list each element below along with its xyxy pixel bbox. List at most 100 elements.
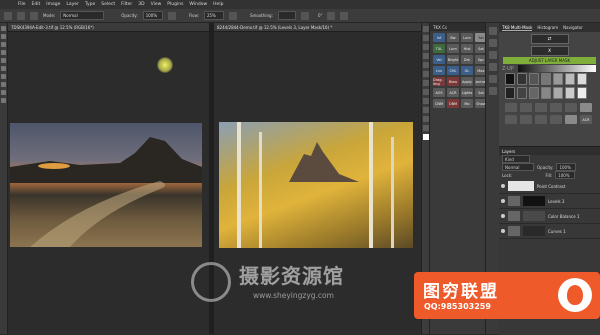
tab-navigator[interactable]: Navigator — [563, 25, 583, 30]
home-icon[interactable] — [4, 11, 12, 20]
layer-row[interactable]: Point Contrast — [499, 179, 600, 194]
tab-histogram[interactable]: Histogram — [537, 25, 558, 30]
smoothing-field[interactable] — [277, 11, 296, 20]
menu-edit[interactable]: Edit — [32, 2, 41, 7]
marquee-tool-icon[interactable] — [1, 34, 6, 39]
lasso-tool-icon[interactable] — [1, 42, 6, 47]
zone-swatch-5[interactable] — [553, 73, 563, 85]
zone-swatch-11[interactable] — [541, 87, 551, 99]
menu-help[interactable]: Help — [213, 2, 223, 7]
brush-preset-icon[interactable] — [30, 11, 38, 20]
tk8-tool-8[interactable] — [520, 115, 532, 124]
tkx-btn-2[interactable]: Lum — [461, 33, 473, 42]
paths-icon[interactable] — [489, 75, 497, 83]
layer-mask-thumbnail[interactable] — [523, 226, 545, 236]
layer-opacity-field[interactable]: 100% — [556, 163, 577, 171]
crop-tool-icon[interactable] — [1, 50, 6, 55]
tkx-btn-18[interactable]: Apply — [461, 77, 473, 86]
tk8-tool-4[interactable] — [550, 103, 562, 112]
tkx-btn-0[interactable]: Inf — [433, 33, 445, 42]
tk8-tool-10[interactable] — [550, 115, 562, 124]
symmetry-icon[interactable] — [340, 11, 349, 20]
tkx-btn-20[interactable]: AOS — [433, 88, 445, 97]
tkx-btn-13[interactable]: CHL — [447, 66, 459, 75]
tk8-acr-button[interactable]: ACR — [580, 115, 592, 124]
tk8-tool-7[interactable] — [505, 115, 517, 124]
visibility-eye-icon[interactable] — [501, 199, 505, 203]
move-tool-icon[interactable] — [1, 26, 6, 31]
tkx-btn-25[interactable]: OBM — [447, 99, 459, 108]
layer-mask-thumbnail[interactable] — [523, 211, 545, 221]
tkx-btn-22[interactable]: Lights — [461, 88, 473, 97]
fill-field[interactable]: 100% — [555, 171, 576, 179]
tkx-btn-10[interactable]: Drk — [461, 55, 473, 64]
tkx-btn-12[interactable]: Lnx — [433, 66, 445, 75]
properties-icon[interactable] — [489, 39, 497, 47]
zone-swatch-10[interactable] — [529, 87, 539, 99]
zone-swatch-13[interactable] — [565, 87, 575, 99]
menu-filter[interactable]: Filter — [121, 2, 132, 7]
adjust-layer-mask-button[interactable]: ADJUST LAYER MASK — [503, 57, 596, 64]
zoom-tool-icon[interactable] — [1, 98, 6, 103]
adjustments-icon[interactable] — [489, 51, 497, 59]
menu-image[interactable]: Image — [46, 2, 60, 7]
mode-select[interactable]: Normal — [60, 11, 105, 20]
zone-swatch-6[interactable] — [565, 73, 575, 85]
zone-swatch-9[interactable] — [517, 87, 527, 99]
gradient-tool-icon[interactable] — [1, 74, 6, 79]
angle-value[interactable]: 0° — [318, 13, 323, 18]
document-tab-right[interactable]: 8244/2844-Demo.tif @ 12.5% (Levels 3, La… — [214, 23, 421, 32]
tk8-tool-2[interactable] — [520, 103, 532, 112]
menu-type[interactable]: Type — [85, 2, 95, 7]
tk8-tool-3[interactable] — [535, 103, 547, 112]
layer-mask-thumbnail[interactable] — [523, 196, 545, 206]
zone-swatch-8[interactable] — [505, 87, 515, 99]
opacity-field[interactable]: 100% — [142, 11, 163, 20]
tk8-tool-6[interactable] — [580, 103, 592, 112]
tk8-tool-11[interactable] — [565, 115, 577, 124]
layer-row[interactable]: Curves 1 — [499, 224, 600, 239]
menu-plugins[interactable]: Plugins — [167, 2, 183, 7]
tkx-btn-16[interactable]: Drag-Img — [433, 77, 445, 86]
tkx-btn-5[interactable]: Lum — [447, 44, 459, 53]
blend-mode-select[interactable]: Normal — [502, 163, 534, 171]
zone-swatch-12[interactable] — [553, 87, 563, 99]
tkx-btn-8[interactable]: Vel — [433, 55, 445, 64]
airbrush-icon[interactable] — [228, 11, 237, 20]
tkx-btn-14[interactable]: GL — [461, 66, 473, 75]
text-tool-icon[interactable] — [1, 82, 6, 87]
tkx-btn-21[interactable]: ACR — [447, 88, 459, 97]
zone-swatch-4[interactable] — [541, 73, 551, 85]
menu-file[interactable]: File — [18, 2, 26, 7]
menu-window[interactable]: Window — [189, 2, 207, 7]
visibility-eye-icon[interactable] — [501, 214, 505, 218]
tkx-btn-26[interactable]: Mo — [461, 99, 473, 108]
brush-tool-icon[interactable] — [1, 58, 6, 63]
tab-tk8-multimask[interactable]: TK8 Multi-Mask — [502, 25, 533, 31]
smoothing-settings-icon[interactable] — [300, 11, 309, 20]
eraser-tool-icon[interactable] — [1, 66, 6, 71]
layer-kind-filter[interactable]: Kind — [502, 155, 530, 163]
tk8-tool-1[interactable] — [505, 103, 517, 112]
menu-view[interactable]: View — [151, 2, 162, 7]
layer-row[interactable]: Color Balance 1 — [499, 209, 600, 224]
tk8-tool-9[interactable] — [535, 115, 547, 124]
menu-3d[interactable]: 3D — [138, 2, 144, 7]
layer-row[interactable]: Levels 3 — [499, 194, 600, 209]
zone-swatch-2[interactable] — [517, 73, 527, 85]
tk8-tool-5[interactable] — [565, 103, 577, 112]
history-icon[interactable] — [489, 27, 497, 35]
hand-tool-icon[interactable] — [1, 90, 6, 95]
visibility-eye-icon[interactable] — [501, 184, 505, 188]
brush-tool-icon[interactable] — [17, 11, 25, 20]
swap-button[interactable]: ⇄ — [530, 34, 569, 44]
visibility-eye-icon[interactable] — [501, 229, 505, 233]
x-button[interactable]: X — [530, 46, 569, 56]
pressure-size-icon[interactable] — [327, 11, 336, 20]
zone-swatch-14[interactable] — [577, 87, 587, 99]
document-tab-left[interactable]: 7DSK4394A-Edit-3.tif @ 12.5% (RGB/16*) — [8, 23, 209, 32]
zone-swatch-3[interactable] — [529, 73, 539, 85]
menu-select[interactable]: Select — [101, 2, 115, 7]
swatches-icon[interactable] — [489, 63, 497, 71]
channels-icon[interactable] — [489, 87, 497, 95]
